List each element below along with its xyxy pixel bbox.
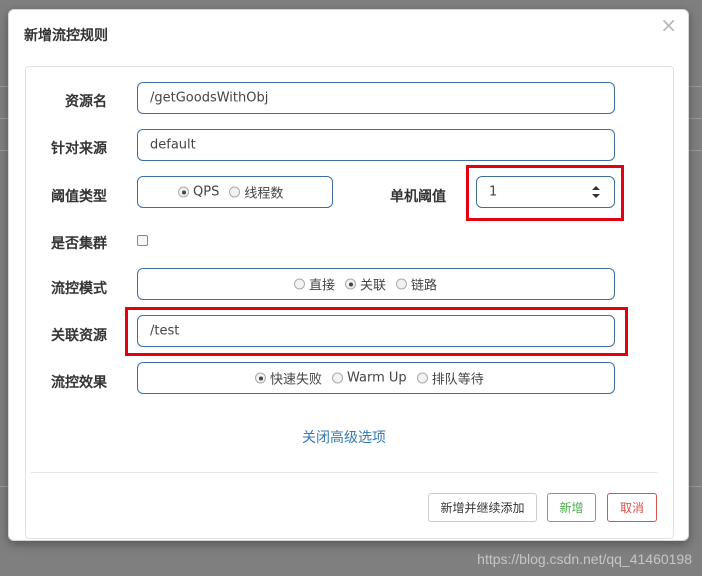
- control-behavior-label: 流控效果: [51, 375, 107, 391]
- radio-relate-label: 关联: [360, 278, 387, 294]
- dialog-title: 新增流控规则: [24, 28, 108, 44]
- radio-warm-up[interactable]: [332, 372, 344, 384]
- radio-fast-fail-label: 快速失败: [270, 372, 323, 388]
- radio-chain[interactable]: [396, 278, 408, 290]
- add-button[interactable]: 新增: [547, 493, 596, 522]
- strategy-option-relate[interactable]: 关联: [345, 275, 386, 294]
- behavior-option-queue[interactable]: 排队等待: [416, 369, 484, 388]
- add-and-continue-button[interactable]: 新增并继续添加: [428, 493, 537, 522]
- resource-name-input[interactable]: /getGoodsWithObj: [137, 82, 615, 114]
- limit-app-label: 针对来源: [51, 141, 107, 157]
- radio-qps-label: QPS: [193, 184, 220, 200]
- cluster-mode-label: 是否集群: [51, 236, 107, 252]
- radio-warm-up-label: Warm Up: [347, 370, 407, 386]
- radio-chain-label: 链路: [411, 278, 438, 294]
- behavior-option-warm-up[interactable]: Warm Up: [332, 371, 407, 386]
- threshold-type-option-thread[interactable]: 线程数: [229, 183, 283, 202]
- single-threshold-label: 单机阈值: [390, 189, 446, 205]
- strategy-radio-group: 直接 关联 链路: [137, 268, 615, 300]
- radio-direct[interactable]: [294, 278, 305, 290]
- ref-resource-highlight-box: [125, 307, 628, 356]
- threshold-highlight-box: [466, 165, 624, 221]
- resource-name-value: /getGoodsWithObj: [150, 90, 269, 106]
- resource-name-label: 资源名: [65, 94, 107, 110]
- limit-app-input[interactable]: default: [137, 129, 615, 161]
- radio-qps[interactable]: [178, 186, 189, 198]
- radio-queue-label: 排队等待: [431, 372, 484, 388]
- strategy-option-direct[interactable]: 直接: [294, 275, 335, 294]
- behavior-option-fast-fail[interactable]: 快速失败: [255, 369, 322, 388]
- ref-resource-label: 关联资源: [51, 328, 107, 344]
- radio-fast-fail[interactable]: [255, 372, 266, 384]
- radio-thread[interactable]: [229, 186, 241, 198]
- radio-relate[interactable]: [345, 278, 357, 290]
- control-behavior-radio-group: 快速失败 Warm Up 排队等待: [137, 362, 615, 394]
- threshold-type-radio-group: QPS 线程数: [137, 176, 333, 208]
- limit-app-value: default: [150, 137, 196, 153]
- radio-direct-label: 直接: [309, 278, 336, 294]
- threshold-type-option-qps[interactable]: QPS: [178, 185, 219, 200]
- radio-queue[interactable]: [416, 372, 428, 384]
- threshold-type-label: 阈值类型: [51, 189, 107, 205]
- cancel-button[interactable]: 取消: [607, 493, 657, 522]
- watermark-text: https://blog.csdn.net/qq_41460198: [477, 551, 692, 567]
- footer-divider: [31, 472, 657, 473]
- close-icon[interactable]: ×: [660, 13, 677, 37]
- cluster-mode-checkbox[interactable]: [137, 235, 148, 246]
- strategy-option-chain[interactable]: 链路: [396, 275, 437, 294]
- radio-thread-label: 线程数: [244, 186, 284, 202]
- strategy-label: 流控模式: [51, 281, 107, 297]
- advanced-options-toggle-link[interactable]: 关闭高级选项: [302, 427, 386, 447]
